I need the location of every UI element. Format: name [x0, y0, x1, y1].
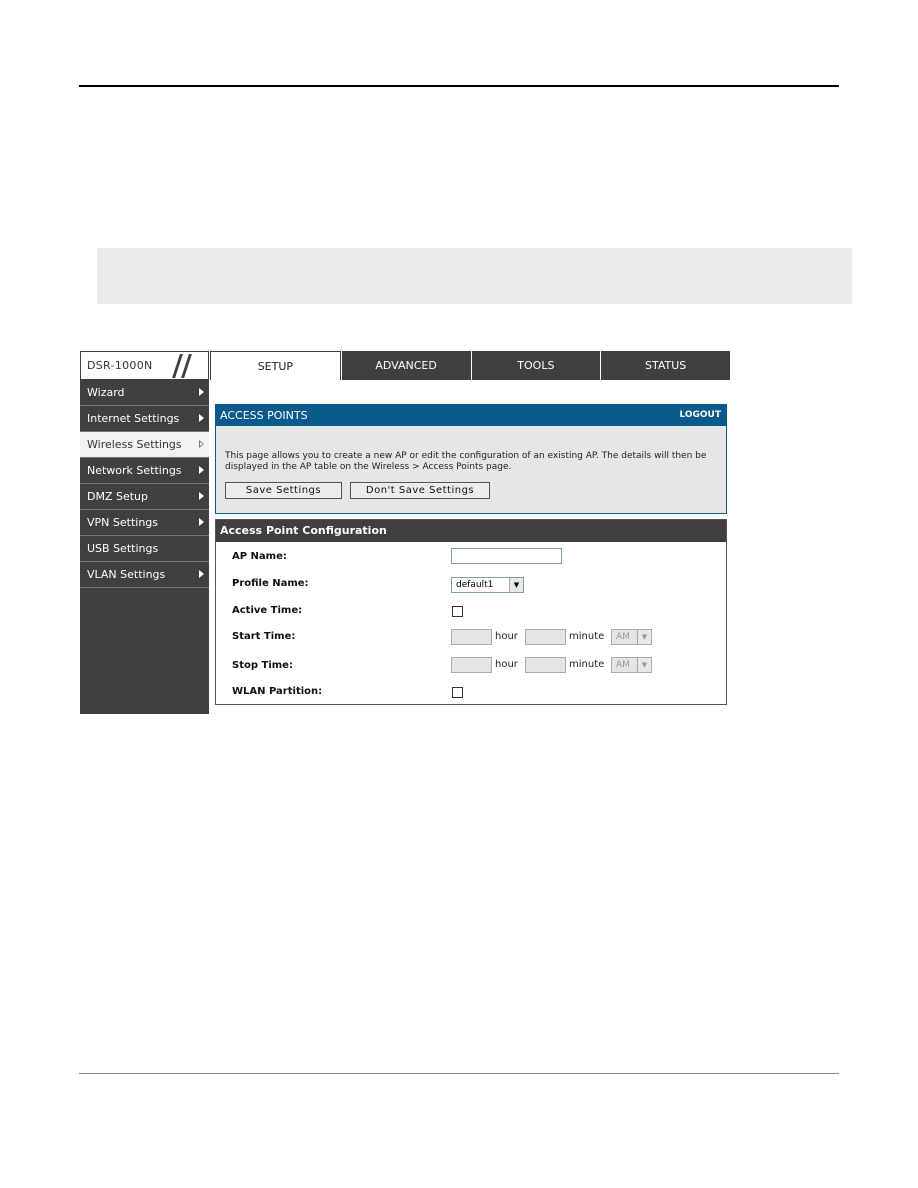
start-hour-input[interactable] — [451, 629, 492, 645]
active-time-label: Active Time: — [232, 605, 303, 616]
start-time-label: Start Time: — [232, 631, 296, 642]
sidebar: Wizard Internet Settings Wireless Settin… — [80, 380, 209, 714]
ap-name-input[interactable] — [451, 548, 562, 564]
stop-ampm-select[interactable]: AM ▼ — [611, 657, 652, 673]
access-points-panel: ACCESS POINTS LOGOUT This page allows yo… — [215, 404, 727, 514]
start-ampm-select[interactable]: AM ▼ — [611, 629, 652, 645]
sidebar-item-dmz-setup[interactable]: DMZ Setup — [80, 484, 209, 510]
wlan-partition-label: WLAN Partition: — [232, 686, 323, 697]
sidebar-item-label: Wireless Settings — [87, 438, 182, 451]
dropdown-arrow-icon: ▼ — [509, 578, 523, 592]
start-ampm-value: AM — [616, 632, 630, 642]
sidebar-item-label: USB Settings — [87, 542, 159, 555]
sidebar-item-internet-settings[interactable]: Internet Settings — [80, 406, 209, 432]
logo-slash — [181, 354, 192, 378]
top-rule — [79, 85, 839, 87]
save-settings-button[interactable]: Save Settings — [225, 482, 342, 499]
sidebar-item-vpn-settings[interactable]: VPN Settings — [80, 510, 209, 536]
arrow-right-icon — [199, 492, 204, 500]
page-description: This page allows you to create a new AP … — [225, 451, 707, 472]
start-minute-unit: minute — [569, 631, 605, 642]
stop-hour-unit: hour — [495, 659, 518, 670]
sidebar-item-label: VPN Settings — [87, 516, 159, 529]
dont-save-settings-button[interactable]: Don't Save Settings — [350, 482, 490, 499]
profile-name-label: Profile Name: — [232, 578, 309, 589]
profile-name-select[interactable]: default1 ▼ — [451, 577, 524, 593]
logo-text: DSR-1000N — [87, 359, 153, 372]
product-logo: DSR-1000N — [80, 351, 209, 380]
tab-setup[interactable]: SETUP — [210, 351, 341, 380]
logout-link[interactable]: LOGOUT — [679, 410, 721, 420]
config-panel-title: Access Point Configuration — [216, 520, 726, 542]
sidebar-item-label: Internet Settings — [87, 412, 180, 425]
sidebar-item-wireless-settings[interactable]: Wireless Settings — [80, 432, 209, 458]
sidebar-item-label: Network Settings — [87, 464, 182, 477]
router-ui: DSR-1000N SETUP ADVANCED TOOLS STATUS Wi… — [80, 351, 730, 714]
arrow-right-icon — [199, 466, 204, 474]
arrow-right-outline-icon — [199, 440, 204, 448]
stop-hour-input[interactable] — [451, 657, 492, 673]
profile-name-value: default1 — [456, 580, 494, 590]
sidebar-item-wizard[interactable]: Wizard — [80, 380, 209, 406]
sidebar-item-usb-settings[interactable]: USB Settings — [80, 536, 209, 562]
arrow-right-icon — [199, 570, 204, 578]
sidebar-item-label: Wizard — [87, 386, 125, 399]
panel-header: ACCESS POINTS LOGOUT — [216, 405, 726, 426]
note-box — [97, 248, 852, 304]
sidebar-item-network-settings[interactable]: Network Settings — [80, 458, 209, 484]
arrow-right-icon — [199, 414, 204, 422]
bottom-rule — [79, 1073, 839, 1074]
arrow-right-icon — [199, 518, 204, 526]
stop-minute-input[interactable] — [525, 657, 566, 673]
dropdown-arrow-icon: ▼ — [637, 630, 651, 644]
ap-name-label: AP Name: — [232, 551, 287, 562]
panel-title: ACCESS POINTS — [220, 409, 308, 422]
sidebar-item-vlan-settings[interactable]: VLAN Settings — [80, 562, 209, 588]
tab-advanced[interactable]: ADVANCED — [340, 351, 471, 380]
main-tabs: SETUP ADVANCED TOOLS STATUS — [210, 351, 730, 380]
stop-ampm-value: AM — [616, 660, 630, 670]
dropdown-arrow-icon: ▼ — [637, 658, 651, 672]
tab-tools[interactable]: TOOLS — [470, 351, 601, 380]
access-point-config-panel: Access Point Configuration AP Name: Prof… — [215, 519, 727, 705]
wlan-partition-checkbox[interactable] — [452, 687, 463, 698]
tab-status[interactable]: STATUS — [600, 351, 730, 380]
stop-time-label: Stop Time: — [232, 660, 293, 671]
arrow-right-icon — [199, 388, 204, 396]
sidebar-item-label: DMZ Setup — [87, 490, 149, 503]
stop-minute-unit: minute — [569, 659, 605, 670]
start-minute-input[interactable] — [525, 629, 566, 645]
start-hour-unit: hour — [495, 631, 518, 642]
active-time-checkbox[interactable] — [452, 606, 463, 617]
sidebar-item-label: VLAN Settings — [87, 568, 166, 581]
